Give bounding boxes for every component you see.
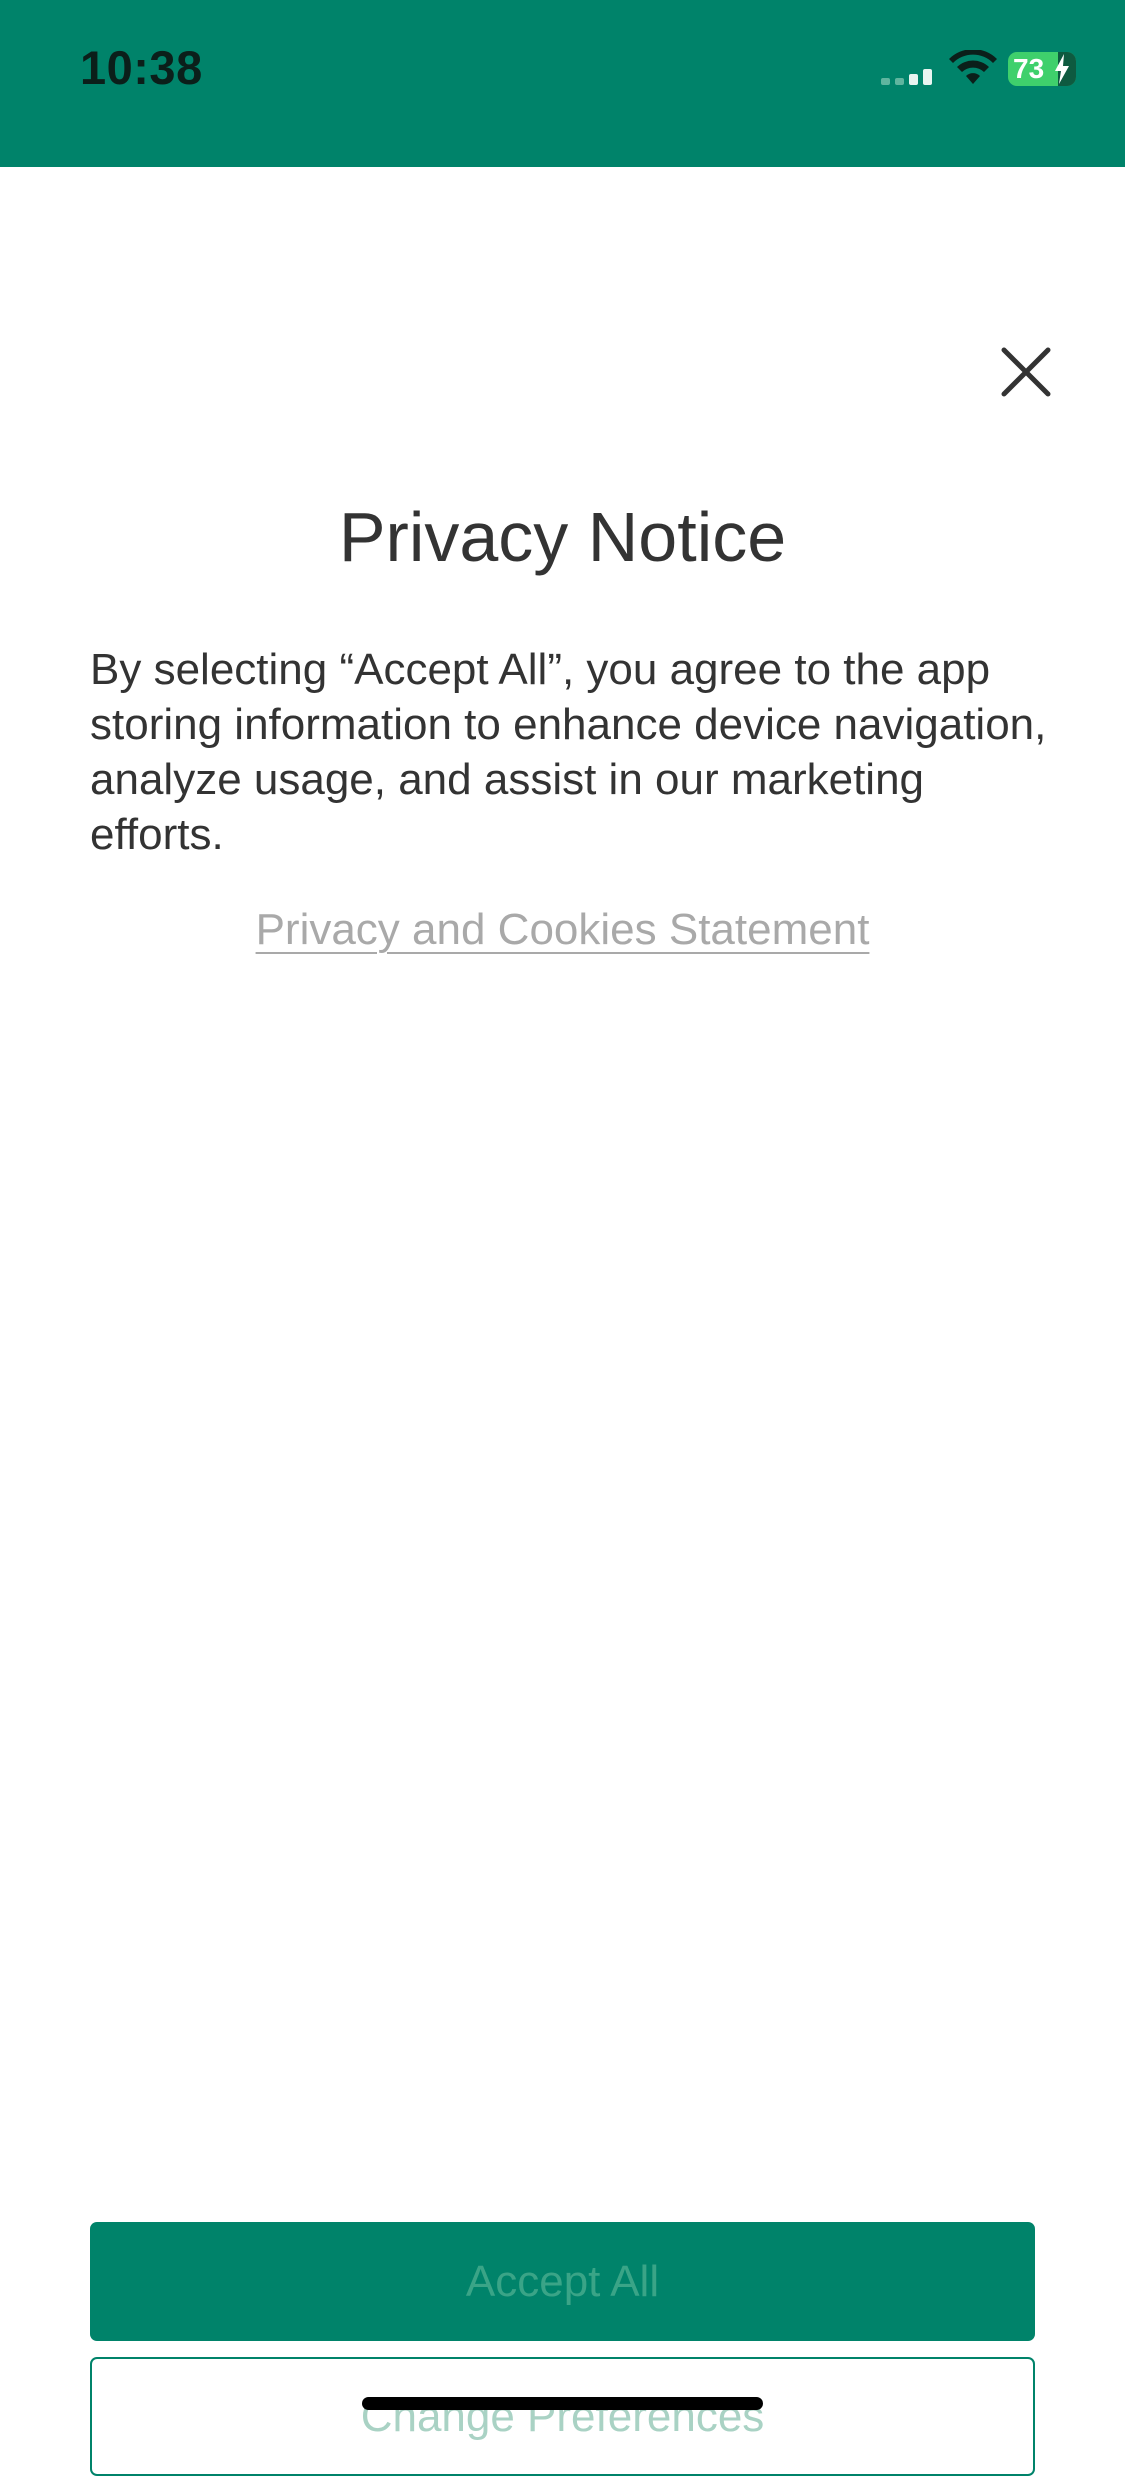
close-icon[interactable] xyxy=(994,340,1058,404)
signal-icon xyxy=(881,67,933,85)
status-bar: 10:38 73 xyxy=(0,0,1125,167)
home-indicator[interactable] xyxy=(362,2397,763,2410)
accept-all-button[interactable]: Accept All xyxy=(90,2222,1035,2341)
status-time: 10:38 xyxy=(80,41,203,94)
wifi-icon xyxy=(949,50,997,84)
charging-bolt-icon xyxy=(1055,54,1069,84)
battery-level: 73 xyxy=(1013,53,1045,84)
privacy-description: By selecting “Accept All”, you agree to … xyxy=(90,645,1047,859)
change-preferences-button[interactable]: Change Preferences xyxy=(90,2357,1035,2476)
page-title: Privacy Notice xyxy=(338,498,787,576)
privacy-cookies-link[interactable]: Privacy and Cookies Statement xyxy=(0,902,1125,957)
